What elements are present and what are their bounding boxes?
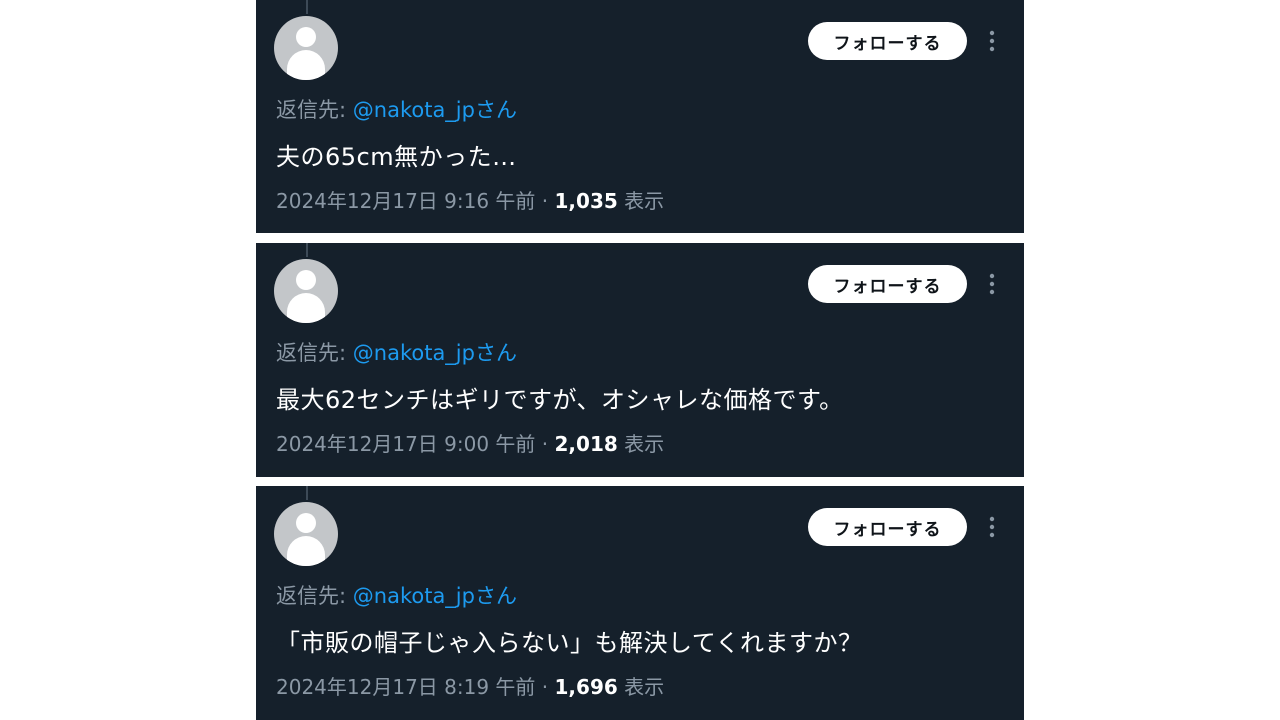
- more-dots-glyph: [989, 516, 995, 538]
- more-vertical-icon[interactable]: [982, 26, 1002, 56]
- reply-to-handle-link[interactable]: @nakota_jpさん: [353, 98, 517, 122]
- reply-to-label: 返信先:: [276, 98, 353, 122]
- more-dots-glyph: [989, 30, 995, 52]
- meta-separator: ·: [535, 675, 555, 699]
- reply-to-handle-link[interactable]: @nakota_jpさん: [353, 584, 517, 608]
- views-count: 1,035: [554, 189, 618, 213]
- follow-button[interactable]: フォローする: [808, 22, 967, 60]
- reply-to-line: 返信先: @nakota_jpさん: [276, 337, 517, 367]
- reply-list: フォローする 返信先: @nakota_jpさん 夫の65cm無かった… 202…: [0, 0, 1280, 720]
- tweet-text: 夫の65cm無かった…: [276, 143, 517, 171]
- default-avatar-icon[interactable]: [274, 502, 338, 566]
- reply-tweet-card[interactable]: フォローする 返信先: @nakota_jpさん 最大62センチはギリですが、オ…: [256, 243, 1024, 477]
- avatar-body-shape: [287, 536, 325, 566]
- views-label: 表示: [617, 675, 665, 699]
- tweet-timestamp[interactable]: 2024年12月17日 9:00 午前: [276, 432, 535, 456]
- thread-connector-line: [306, 486, 308, 500]
- avatar-head-shape: [296, 513, 316, 533]
- meta-separator: ·: [535, 189, 555, 213]
- thread-connector-line: [306, 0, 308, 14]
- reply-to-line: 返信先: @nakota_jpさん: [276, 580, 517, 610]
- tweet-text: 最大62センチはギリですが、オシャレな価格です。: [276, 386, 844, 414]
- reply-tweet-card[interactable]: フォローする 返信先: @nakota_jpさん 「市販の帽子じゃ入らない」も解…: [256, 486, 1024, 720]
- more-vertical-icon[interactable]: [982, 512, 1002, 542]
- avatar-body-shape: [287, 293, 325, 323]
- reply-to-line: 返信先: @nakota_jpさん: [276, 94, 517, 124]
- more-dots-glyph: [989, 273, 995, 295]
- more-vertical-icon[interactable]: [982, 269, 1002, 299]
- reply-to-handle-link[interactable]: @nakota_jpさん: [353, 341, 517, 365]
- follow-button[interactable]: フォローする: [808, 265, 967, 303]
- views-count: 1,696: [554, 675, 618, 699]
- reply-to-label: 返信先:: [276, 584, 353, 608]
- meta-separator: ·: [535, 432, 555, 456]
- avatar-head-shape: [296, 270, 316, 290]
- default-avatar-icon[interactable]: [274, 259, 338, 323]
- tweet-meta: 2024年12月17日 9:16 午前 · 1,035 表示: [276, 185, 664, 214]
- views-label: 表示: [617, 432, 665, 456]
- reply-tweet-card[interactable]: フォローする 返信先: @nakota_jpさん 夫の65cm無かった… 202…: [256, 0, 1024, 233]
- avatar-head-shape: [296, 27, 316, 47]
- reply-to-label: 返信先:: [276, 341, 353, 365]
- tweet-meta: 2024年12月17日 9:00 午前 · 2,018 表示: [276, 428, 664, 457]
- avatar-body-shape: [287, 50, 325, 80]
- views-count: 2,018: [554, 432, 618, 456]
- follow-button[interactable]: フォローする: [808, 508, 967, 546]
- tweet-timestamp[interactable]: 2024年12月17日 9:16 午前: [276, 189, 535, 213]
- tweet-timestamp[interactable]: 2024年12月17日 8:19 午前: [276, 675, 535, 699]
- views-label: 表示: [617, 189, 665, 213]
- tweet-meta: 2024年12月17日 8:19 午前 · 1,696 表示: [276, 671, 664, 700]
- thread-connector-line: [306, 243, 308, 257]
- default-avatar-icon[interactable]: [274, 16, 338, 80]
- tweet-text: 「市販の帽子じゃ入らない」も解決してくれますか？: [276, 629, 863, 657]
